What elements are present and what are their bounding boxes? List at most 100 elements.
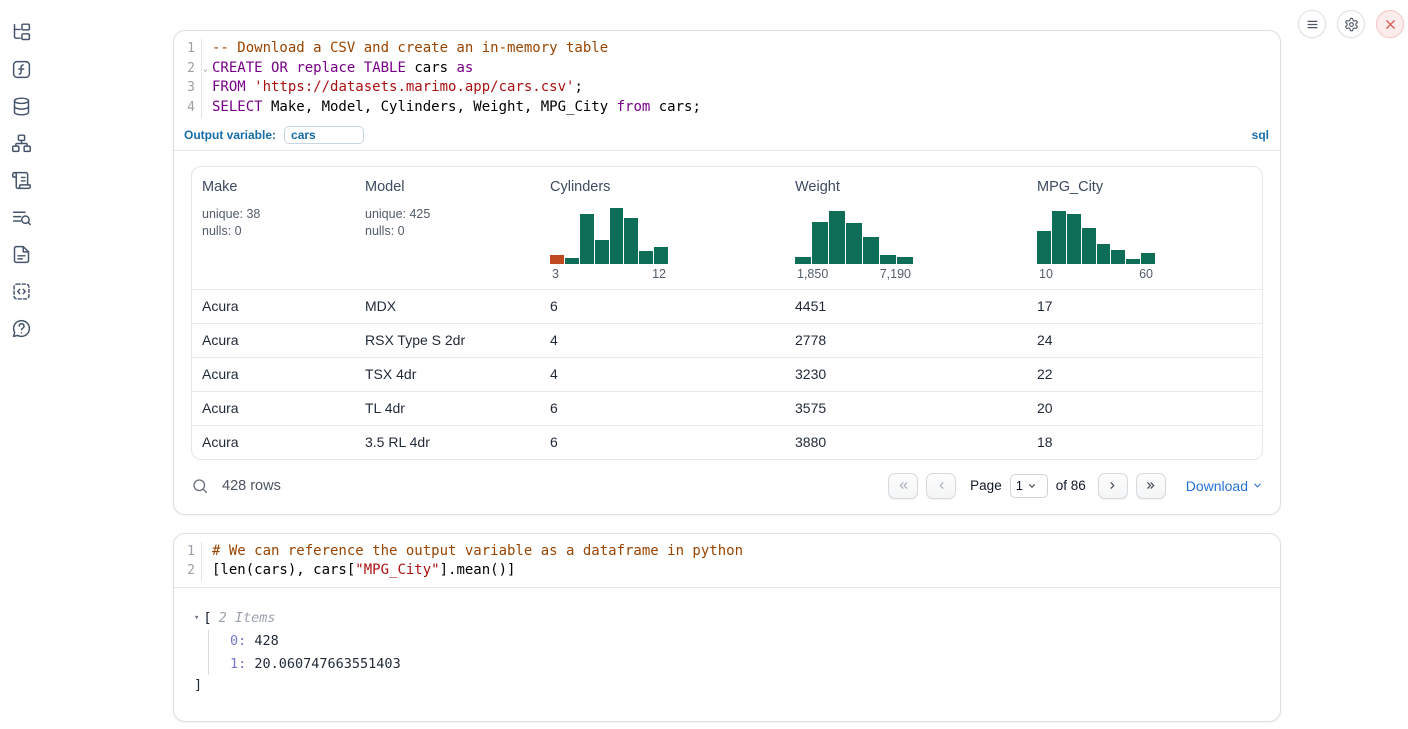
list-output-tree: ▾ [ 2 Items 0: 4281: 20.060747663551403 …: [174, 588, 1280, 721]
table-cell: 20: [1027, 392, 1262, 425]
table-cell: 4: [540, 324, 785, 357]
table-cell: 22: [1027, 358, 1262, 391]
model-nulls-stat: nulls: 0: [365, 223, 530, 240]
language-badge[interactable]: sql: [1252, 128, 1269, 142]
python-code[interactable]: # We can reference the output variable a…: [202, 542, 1280, 581]
table-cell: 17: [1027, 290, 1262, 323]
mpg-city-histogram: [1037, 208, 1155, 264]
menu-button[interactable]: [1298, 10, 1326, 38]
top-controls: [1298, 10, 1404, 38]
fold-caret-icon[interactable]: ⌄: [203, 60, 208, 80]
table-cell: MDX: [355, 290, 540, 323]
table-cell: 6: [540, 290, 785, 323]
search-icon[interactable]: [191, 477, 209, 495]
make-unique-stat: unique: 38: [202, 206, 345, 223]
histogram-bar: [1097, 244, 1111, 264]
histogram-bar: [829, 211, 845, 264]
documentation-icon[interactable]: [11, 244, 32, 265]
table-footer: 428 rows Page 1 of 86: [174, 460, 1280, 514]
table-cell: 3230: [785, 358, 1027, 391]
notebook-main: 12 ⌄ 3 4 -- Download a CSV and create an in…: [173, 0, 1281, 722]
download-button[interactable]: Download: [1186, 478, 1263, 494]
collapse-caret-icon[interactable]: ▾: [194, 613, 199, 623]
table-cell: 3.5 RL 4dr: [355, 426, 540, 459]
table-cell: 3575: [785, 392, 1027, 425]
column-header-cylinders[interactable]: Cylinders 3 12: [540, 167, 785, 289]
tree-entries: 0: 4281: 20.060747663551403: [208, 630, 1264, 675]
row-count: 428 rows: [222, 478, 281, 494]
histogram-bar: [550, 255, 564, 264]
open-bracket: [: [203, 610, 211, 626]
histogram-bar: [1126, 259, 1140, 264]
column-header-mpg-city[interactable]: MPG_City 10 60: [1027, 167, 1262, 289]
histogram-bar: [846, 223, 862, 263]
next-page-button[interactable]: [1098, 473, 1128, 499]
table-cell: 24: [1027, 324, 1262, 357]
column-header-make[interactable]: Make unique: 38 nulls: 0: [192, 167, 355, 289]
histogram-bar: [1067, 214, 1081, 263]
datasources-icon[interactable]: [11, 96, 32, 117]
tree-entry: 0: 428: [230, 630, 1264, 653]
histogram-bar: [610, 208, 624, 264]
tree-entry: 1: 20.060747663551403: [230, 653, 1264, 676]
histogram-bar: [897, 257, 913, 264]
histogram-bar: [1082, 228, 1096, 263]
table-row[interactable]: AcuraRSX Type S 2dr4277824: [192, 323, 1262, 357]
sql-code[interactable]: -- Download a CSV and create an in-memor…: [202, 39, 1280, 118]
output-variable-label: Output variable:: [184, 128, 276, 142]
file-tree-icon[interactable]: [11, 22, 32, 43]
table-cell: Acura: [192, 358, 355, 391]
chevron-down-icon: [1252, 480, 1263, 491]
scratchpad-icon[interactable]: [11, 170, 32, 191]
python-code-editor[interactable]: 12 # We can reference the output variabl…: [174, 534, 1280, 587]
python-cell: 12 # We can reference the output variabl…: [173, 533, 1281, 722]
table-row[interactable]: Acura3.5 RL 4dr6388018: [192, 425, 1262, 459]
page-label: Page: [970, 478, 1002, 493]
shutdown-button[interactable]: [1376, 10, 1404, 38]
histogram-bar: [1052, 211, 1066, 264]
histogram-bar: [1141, 253, 1155, 264]
table-cell: 4: [540, 358, 785, 391]
table-cell: Acura: [192, 426, 355, 459]
histogram-bar: [1111, 250, 1125, 264]
first-page-button[interactable]: [888, 473, 918, 499]
make-nulls-stat: nulls: 0: [202, 223, 345, 240]
dependency-graph-icon[interactable]: [11, 133, 32, 154]
table-row[interactable]: AcuraTSX 4dr4323022: [192, 357, 1262, 391]
functions-icon[interactable]: [11, 59, 32, 80]
table-row[interactable]: AcuraMDX6445117: [192, 289, 1262, 323]
table-cell: Acura: [192, 290, 355, 323]
snippets-icon[interactable]: [11, 281, 32, 302]
table-row[interactable]: AcuraTL 4dr6357520: [192, 391, 1262, 425]
table-cell: 2778: [785, 324, 1027, 357]
table-header: Make unique: 38 nulls: 0 Model unique: 4…: [192, 167, 1262, 289]
model-unique-stat: unique: 425: [365, 206, 530, 223]
table-cell: Acura: [192, 392, 355, 425]
page-select[interactable]: 1: [1010, 474, 1048, 498]
settings-button[interactable]: [1337, 10, 1365, 38]
histogram-bar: [795, 257, 811, 264]
histogram-bar: [624, 218, 638, 264]
cylinders-min-label: 3: [552, 267, 559, 281]
logs-icon[interactable]: [11, 207, 32, 228]
sql-cell: 12 ⌄ 3 4 -- Download a CSV and create an in…: [173, 30, 1281, 515]
column-header-weight[interactable]: Weight 1,850 7,190: [785, 167, 1027, 289]
cylinders-histogram: [550, 208, 668, 264]
line-number-gutter: 12: [174, 542, 202, 581]
histogram-bar: [580, 214, 594, 263]
cylinders-max-label: 12: [652, 267, 666, 281]
table-cell: 4451: [785, 290, 1027, 323]
histogram-bar: [565, 258, 579, 264]
last-page-button[interactable]: [1136, 473, 1166, 499]
help-icon[interactable]: [11, 318, 32, 339]
histogram-bar: [880, 255, 896, 264]
column-header-model[interactable]: Model unique: 425 nulls: 0: [355, 167, 540, 289]
mpg-city-max-label: 60: [1139, 267, 1153, 281]
histogram-bar: [812, 222, 828, 264]
prev-page-button[interactable]: [926, 473, 956, 499]
histogram-bar: [1037, 231, 1051, 263]
sql-code-editor[interactable]: 12⌄34 -- Download a CSV and create an in…: [174, 31, 1280, 124]
histogram-bar: [863, 237, 879, 264]
output-variable-input[interactable]: [284, 126, 364, 144]
table-body: AcuraMDX6445117AcuraRSX Type S 2dr427782…: [192, 289, 1262, 459]
